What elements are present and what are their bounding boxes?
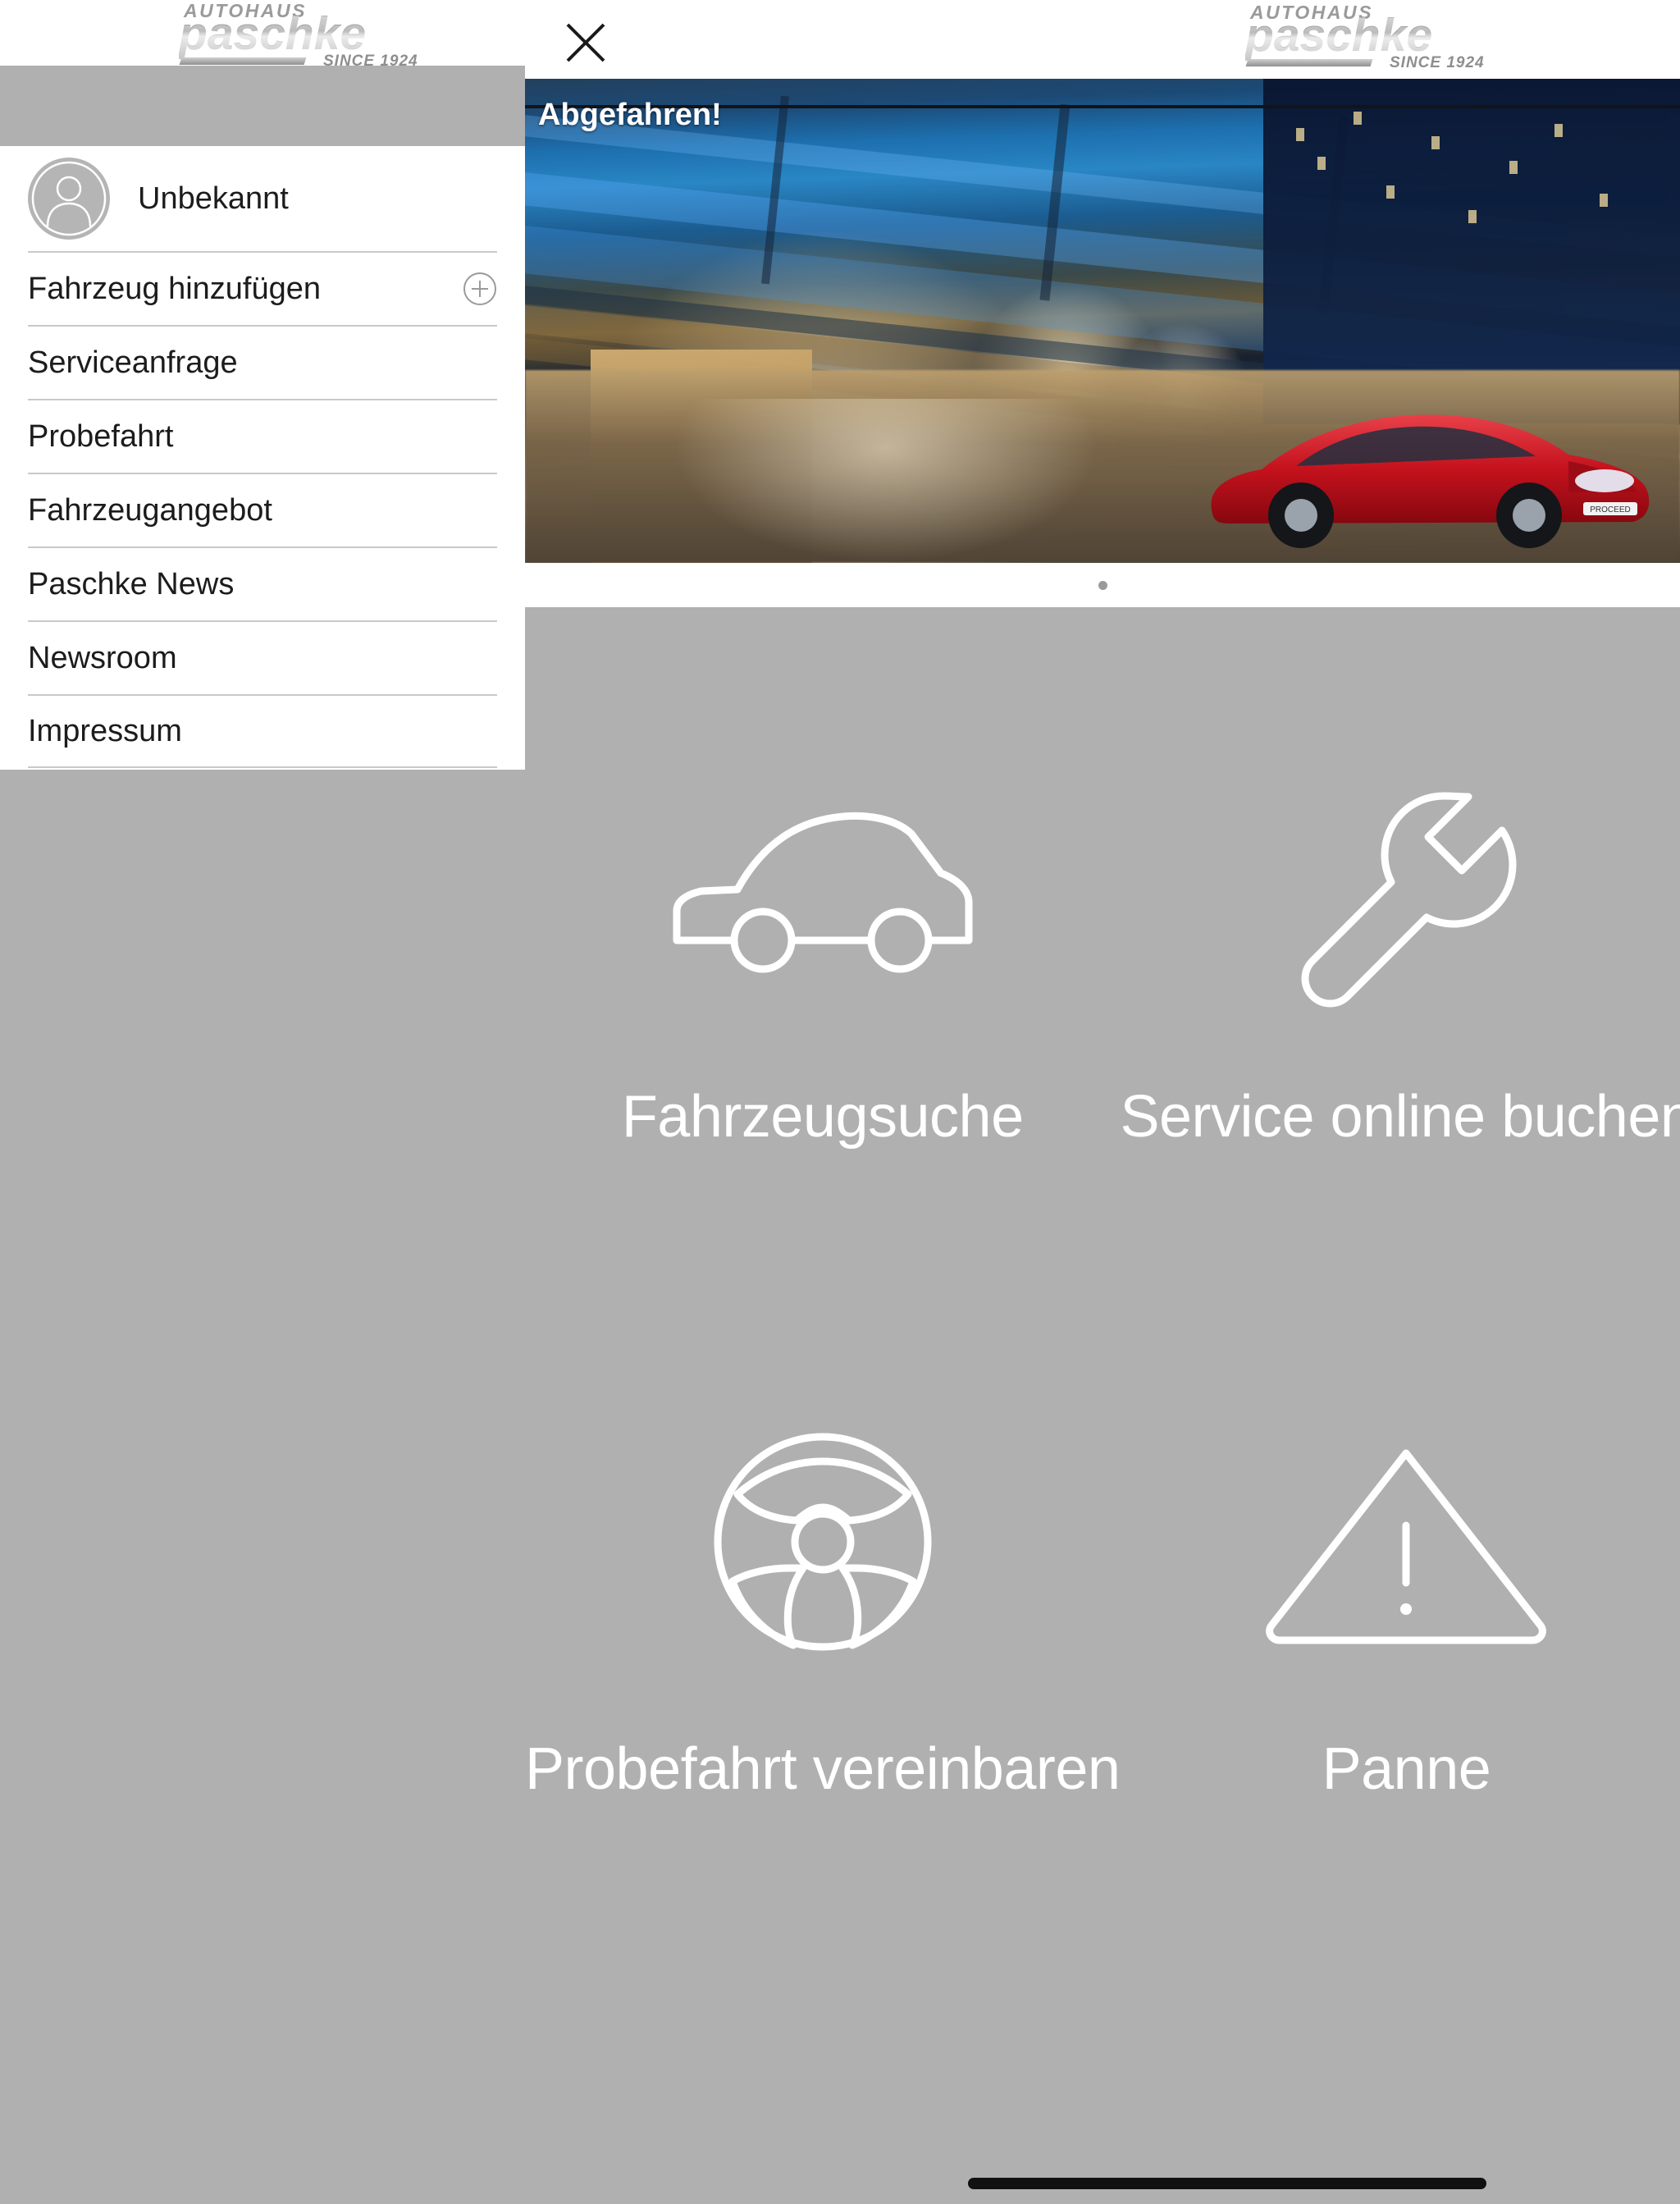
hero-title: Abgefahren! (538, 98, 722, 132)
home-indicator (968, 2178, 1486, 2189)
sidebar-item-paschke-news[interactable]: Paschke News (28, 546, 497, 620)
brand-logo-drawer: AUTOHAUS paschke SINCE 1924 (179, 0, 425, 71)
logo-underline-bar (1245, 59, 1373, 66)
tile-panne[interactable]: Panne (1120, 1260, 1680, 1912)
sidebar-item-impressum[interactable]: Impressum (28, 694, 497, 768)
drawer-menu-list: Fahrzeug hinzufügen Serviceanfrage Probe… (0, 251, 525, 768)
tile-fahrzeugsuche[interactable]: Fahrzeugsuche (525, 607, 1120, 1260)
drawer-profile[interactable]: Unbekannt (0, 146, 525, 251)
hero-road-reflection (673, 399, 1099, 563)
hero-car: PROCEED (1198, 391, 1657, 551)
plus-circle-icon[interactable] (463, 272, 497, 306)
profile-name: Unbekannt (138, 181, 289, 216)
hero-carousel-card[interactable]: PROCEED Abgefahren! (525, 79, 1680, 607)
sidebar-item-label: Fahrzeug hinzufügen (28, 271, 322, 306)
sidebar-item-fahrzeugangebot[interactable]: Fahrzeugangebot (28, 473, 497, 546)
hero-image: PROCEED Abgefahren! (525, 79, 1680, 563)
sidebar-item-label: Newsroom (28, 640, 177, 675)
carousel-pagination[interactable] (525, 563, 1680, 607)
tile-label: Service online buchen (1120, 1083, 1680, 1150)
drawer-panel: Unbekannt Fahrzeug hinzufügen Serviceanf… (0, 146, 525, 770)
person-avatar-icon (28, 158, 110, 240)
tile-service-online-buchen[interactable]: Service online buchen (1120, 607, 1680, 1260)
warning-triangle-icon (1242, 1369, 1570, 1714)
sidebar-item-fahrzeug-hinzufuegen[interactable]: Fahrzeug hinzufügen (28, 251, 497, 325)
close-icon[interactable] (563, 20, 609, 66)
sidebar-item-label: Paschke News (28, 566, 235, 601)
brand-logo-right: AUTOHAUS paschke SINCE 1924 (1245, 0, 1491, 72)
wrench-icon (1242, 717, 1570, 1062)
quick-action-tiles: Fahrzeugsuche Service online buchen Prob… (525, 607, 1680, 1912)
sidebar-item-newsroom[interactable]: Newsroom (28, 620, 497, 694)
tile-label: Panne (1322, 1735, 1491, 1802)
drawer-spacer (0, 66, 525, 146)
steering-wheel-icon (659, 1369, 987, 1714)
sidebar-item-serviceanfrage[interactable]: Serviceanfrage (28, 325, 497, 399)
tile-label: Fahrzeugsuche (621, 1083, 1024, 1150)
navigation-drawer: AUTOHAUS paschke SINCE 1924 (0, 0, 525, 2204)
drawer-header: AUTOHAUS paschke SINCE 1924 (0, 0, 525, 70)
logo-underline-bar (179, 57, 307, 65)
tile-label: Probefahrt vereinbaren (525, 1735, 1121, 1802)
sidebar-item-label: Fahrzeugangebot (28, 492, 272, 528)
sidebar-item-label: Probefahrt (28, 418, 174, 454)
hero-banner: Abgefahren! (525, 90, 1680, 139)
sidebar-item-label: Serviceanfrage (28, 345, 238, 380)
tile-probefahrt-vereinbaren[interactable]: Probefahrt vereinbaren (525, 1260, 1121, 1912)
sidebar-item-label: Impressum (28, 713, 182, 748)
carousel-dot[interactable] (1098, 580, 1107, 590)
app-root: AUTOHAUS paschke SINCE 1924 AUTOHAUS pas… (0, 0, 1680, 2204)
car-icon (659, 717, 987, 1062)
logo-since-text: SINCE 1924 (1390, 54, 1485, 71)
svg-text:PROCEED: PROCEED (1590, 505, 1630, 514)
sidebar-item-probefahrt[interactable]: Probefahrt (28, 399, 497, 473)
